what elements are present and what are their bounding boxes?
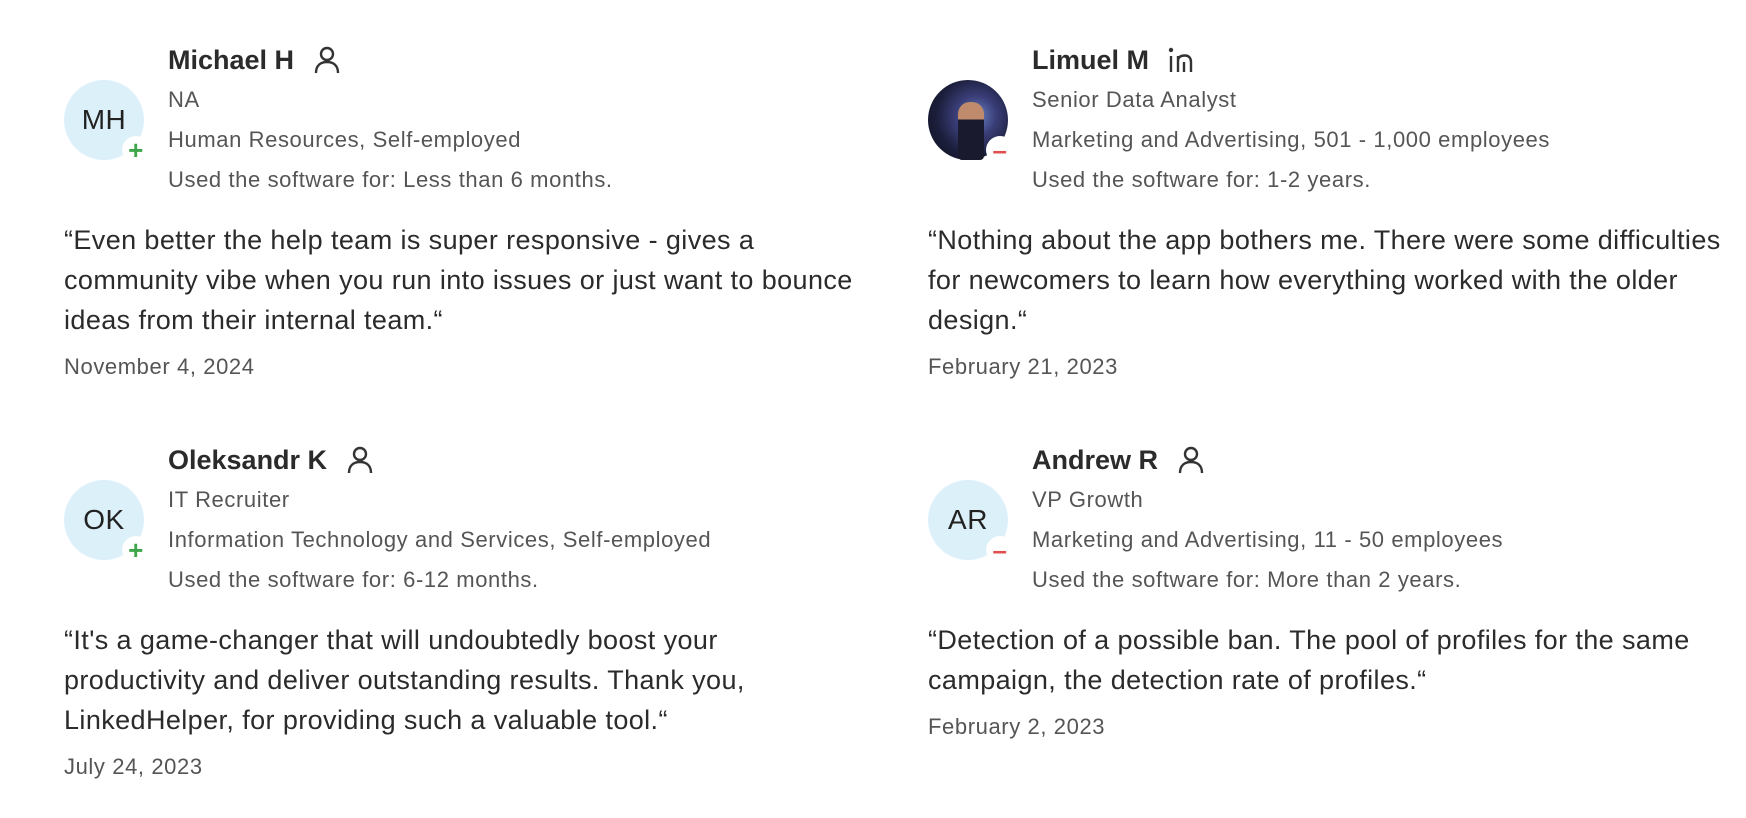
usage-duration: Used the software for: More than 2 years… — [1032, 567, 1462, 592]
linkedin-icon — [1167, 45, 1197, 75]
review-date: February 2, 2023 — [928, 714, 1106, 739]
review-quote: “Nothing about the app bothers me. There… — [928, 225, 1721, 335]
avatar: MH + — [64, 80, 150, 164]
review-date: February 21, 2023 — [928, 354, 1118, 379]
user-icon — [312, 45, 342, 75]
reviewer-name: Limuel M — [1032, 44, 1150, 75]
review-card: OK + Oleksandr K IT Recruiter Informatio… — [64, 440, 864, 780]
reviewer-name: Michael H — [168, 44, 295, 75]
usage-duration: Used the software for: 1-2 years. — [1032, 167, 1371, 192]
usage-duration: Used the software for: Less than 6 month… — [168, 167, 613, 192]
avatar-initials: AR — [948, 504, 988, 535]
negative-badge-icon: – — [986, 136, 1014, 164]
user-icon — [1176, 445, 1206, 475]
review-quote: “Detection of a possible ban. The pool o… — [928, 625, 1690, 695]
job-title: NA — [168, 87, 200, 112]
reviewer-name: Andrew R — [1032, 444, 1159, 475]
review-date: November 4, 2024 — [64, 354, 255, 379]
positive-badge-icon: + — [122, 136, 150, 164]
avatar-initials: MH — [81, 104, 127, 135]
reviewer-name: Oleksandr K — [168, 444, 328, 475]
usage-duration: Used the software for: 6-12 months. — [168, 567, 539, 592]
negative-badge-icon: – — [986, 536, 1014, 564]
industry: Human Resources, Self-employed — [168, 127, 522, 152]
review-card: AR – Andrew R VP Growth Marketing and Ad… — [928, 440, 1728, 740]
review-quote: “It's a game-changer that will undoubted… — [64, 625, 745, 735]
user-icon — [345, 445, 375, 475]
avatar-photo: – — [928, 80, 1014, 164]
positive-badge-icon: + — [122, 536, 150, 564]
avatar: OK + — [64, 480, 150, 564]
review-quote: “Even better the help team is super resp… — [64, 225, 853, 335]
industry: Information Technology and Services, Sel… — [168, 527, 712, 552]
job-title: Senior Data Analyst — [1032, 87, 1237, 112]
industry: Marketing and Advertising, 501 - 1,000 e… — [1032, 127, 1550, 152]
job-title: IT Recruiter — [168, 487, 290, 512]
review-date: July 24, 2023 — [64, 754, 203, 779]
industry: Marketing and Advertising, 11 - 50 emplo… — [1032, 527, 1504, 552]
avatar-initials: OK — [83, 504, 125, 535]
job-title: VP Growth — [1032, 487, 1144, 512]
person-silhouette — [958, 102, 984, 160]
avatar: AR – — [928, 480, 1014, 564]
review-card: – Limuel M Senior Data Analyst Marketing… — [928, 40, 1728, 380]
review-card: MH + Michael H NA Human Resources, Self-… — [64, 40, 864, 380]
